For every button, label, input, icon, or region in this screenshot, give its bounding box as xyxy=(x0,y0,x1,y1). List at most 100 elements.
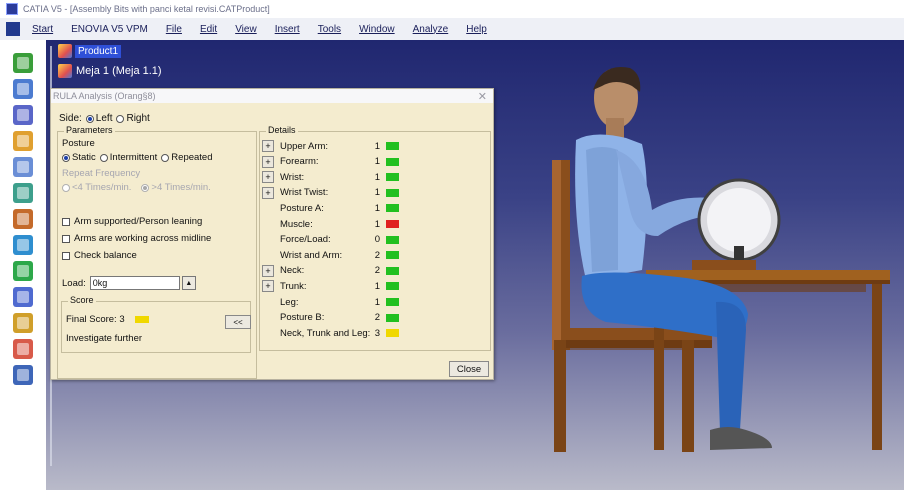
repeat-gt4-label: >4 Times/min. xyxy=(151,182,211,193)
tree-root[interactable]: Product1 xyxy=(58,44,122,58)
side-left-radio[interactable] xyxy=(85,114,94,123)
detail-score-bar xyxy=(386,329,399,338)
posture-repeated-radio[interactable] xyxy=(161,153,170,162)
expand-plus-button[interactable]: + xyxy=(262,155,274,168)
menu-help[interactable]: Help xyxy=(466,24,487,35)
detail-score-bar xyxy=(386,313,399,322)
detail-row: + Wrist: 1 xyxy=(260,169,488,185)
repeat-gt4-radio[interactable] xyxy=(141,183,150,192)
detail-label: Upper Arm: xyxy=(280,140,329,152)
detail-value: 1 xyxy=(374,187,380,199)
expand-details-button[interactable]: << xyxy=(225,315,251,329)
detail-score-bar xyxy=(386,220,399,228)
detail-value: 3 xyxy=(374,327,380,339)
detail-value: 1 xyxy=(374,171,380,183)
constraint-icon[interactable] xyxy=(13,131,33,151)
tree-item-meja[interactable]: Meja 1 (Meja 1.1) xyxy=(58,64,162,78)
left-toolbar xyxy=(0,40,46,490)
detail-label: Wrist and Arm: xyxy=(280,249,343,261)
arms-across-checkbox[interactable] xyxy=(62,234,70,243)
menu-analyze[interactable]: Analyze xyxy=(413,24,449,35)
side-right-radio[interactable] xyxy=(116,114,125,123)
investigate-text: Investigate further xyxy=(66,333,143,344)
final-score-text: Final Score: 3 xyxy=(66,314,125,325)
menu-enovia[interactable]: ENOVIA V5 VPM xyxy=(71,24,148,35)
score-group: Score Final Score: 3 Investigate further xyxy=(61,295,251,353)
arm-supported-row[interactable]: Arm supported/Person leaning xyxy=(62,216,202,227)
detail-value: 1 xyxy=(374,280,380,292)
details-caption: Details xyxy=(266,125,298,135)
posture-static-radio[interactable] xyxy=(62,153,70,162)
product-icon[interactable] xyxy=(13,209,33,229)
expand-plus-button[interactable]: + xyxy=(262,140,274,152)
expand-plus-button[interactable]: + xyxy=(262,186,274,199)
detail-value: 1 xyxy=(374,296,380,308)
menu-file[interactable]: File xyxy=(166,24,182,35)
detail-score-bar xyxy=(386,204,399,213)
arm-supported-checkbox[interactable] xyxy=(62,217,70,226)
snap-icon[interactable] xyxy=(13,105,33,125)
check-balance-checkbox[interactable] xyxy=(62,251,70,260)
check-balance-row[interactable]: Check balance xyxy=(62,250,137,261)
detail-value: 2 xyxy=(374,312,380,324)
load-row: Load: 0kg ▲ xyxy=(62,276,196,290)
repeat-lt4-label: <4 Times/min. xyxy=(72,182,132,193)
axis-icon[interactable] xyxy=(13,235,33,255)
close-icon[interactable]: ✕ xyxy=(478,90,487,103)
assembly-icon[interactable] xyxy=(13,53,33,73)
manikin-icon[interactable] xyxy=(13,261,33,281)
detail-row: Neck, Trunk and Leg: 3 xyxy=(260,325,488,341)
detail-row: Muscle: 1 xyxy=(260,216,488,232)
menu-edit[interactable]: Edit xyxy=(200,24,217,35)
repeat-options: <4 Times/min. >4 Times/min. xyxy=(62,182,211,193)
repeat-label: Repeat Frequency xyxy=(62,168,141,179)
tree-root-label[interactable]: Product1 xyxy=(75,44,122,58)
expand-plus-button[interactable]: + xyxy=(262,280,274,293)
detail-score-bar xyxy=(386,251,399,260)
menu-view[interactable]: View xyxy=(235,24,257,35)
settings-icon[interactable] xyxy=(13,365,33,385)
arms-across-row[interactable]: Arms are working across midline xyxy=(62,233,211,244)
detail-value: 2 xyxy=(374,265,380,277)
detail-label: Neck, Trunk and Leg: xyxy=(280,327,371,339)
measure-icon[interactable] xyxy=(13,313,33,333)
detail-label: Muscle: xyxy=(280,218,313,230)
load-input[interactable]: 0kg xyxy=(89,276,180,290)
detail-row: + Neck: 2 xyxy=(260,263,488,279)
details-group: Details + Upper Arm: 1 + Forearm: 1 + Wrist: 1 + W… xyxy=(259,125,491,351)
window-title: CATIA V5 - [Assembly Bits with panci ket… xyxy=(23,4,270,14)
final-score-row: Final Score: 3 xyxy=(66,314,149,325)
circular-device xyxy=(692,178,781,270)
detail-score-bar xyxy=(386,298,399,306)
detail-row: Wrist and Arm: 2 xyxy=(260,247,488,263)
expand-plus-button[interactable]: + xyxy=(262,264,274,277)
posture-intermittent-radio[interactable] xyxy=(99,153,108,162)
catia-menu-icon[interactable] xyxy=(6,22,20,36)
menu-tools[interactable]: Tools xyxy=(318,24,341,35)
catalog-icon[interactable] xyxy=(13,183,33,203)
detail-label: Posture B: xyxy=(280,312,325,324)
repeat-lt4-radio[interactable] xyxy=(62,183,70,192)
detail-label: Leg: xyxy=(280,296,299,308)
menu-start[interactable]: Start xyxy=(32,24,53,35)
menu-insert[interactable]: Insert xyxy=(275,24,300,35)
expand-plus-button[interactable]: + xyxy=(262,171,274,184)
tree-item-label[interactable]: Meja 1 (Meja 1.1) xyxy=(76,65,162,77)
side-selector: Side: Left Right xyxy=(59,113,150,124)
window-titlebar: CATIA V5 - [Assembly Bits with panci ket… xyxy=(0,0,904,18)
close-button[interactable]: Close xyxy=(449,361,489,377)
detail-row: Posture A: 1 xyxy=(260,200,488,216)
move-icon[interactable] xyxy=(13,79,33,99)
detail-value: 1 xyxy=(374,202,380,214)
detail-value: 1 xyxy=(374,140,380,152)
detail-row: Force/Load: 0 xyxy=(260,232,488,248)
dialog-title: RULA Analysis (Orang§8) xyxy=(53,91,156,101)
menu-window[interactable]: Window xyxy=(359,24,395,35)
load-spinner[interactable]: ▲ xyxy=(181,276,196,290)
posture-intermittent-label: Intermittent xyxy=(109,152,158,163)
detail-score-bar xyxy=(386,157,399,166)
detail-score-bar xyxy=(386,142,399,150)
render-icon[interactable] xyxy=(13,339,33,359)
analysis-icon[interactable] xyxy=(13,157,33,177)
posture-icon[interactable] xyxy=(13,287,33,307)
